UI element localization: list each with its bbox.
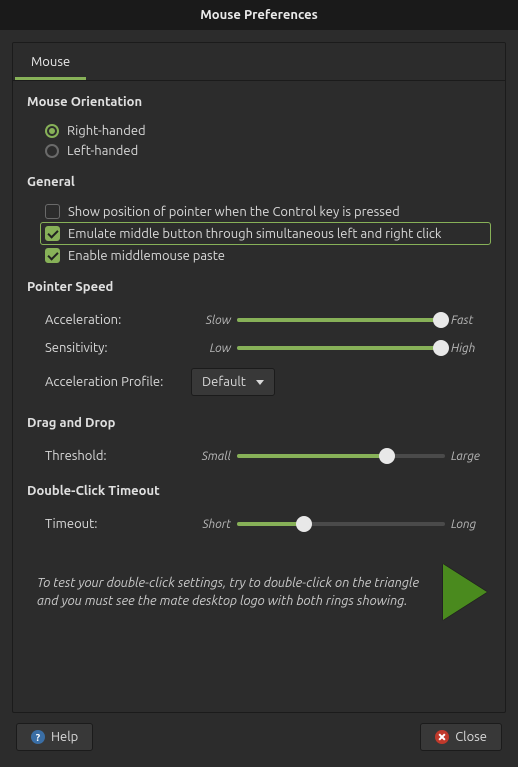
main-panel: Mouse Mouse Orientation Right-handed Left…: [12, 42, 506, 713]
slider-thumb[interactable]: [379, 448, 395, 464]
section-drag-and-drop: Drag and Drop: [27, 416, 491, 430]
help-button[interactable]: ? Help: [16, 723, 93, 751]
slider-track[interactable]: [237, 312, 445, 328]
checkbox-row[interactable]: Show position of pointer when the Contro…: [45, 201, 491, 222]
orientation-group: Right-handed Left-handed: [27, 121, 491, 161]
slider-label: Acceleration:: [45, 313, 185, 327]
acceleration-profile-combo[interactable]: Default: [191, 368, 275, 396]
checkbox-icon: [45, 226, 60, 241]
close-button[interactable]: Close: [420, 723, 502, 751]
slider-threshold: Threshold: Small Large: [45, 442, 491, 470]
slider-max-label: Fast: [451, 314, 491, 327]
slider-acceleration-: Acceleration: Slow Fast: [45, 306, 491, 334]
close-icon: [435, 730, 449, 744]
slider-max-label: Long: [451, 518, 491, 531]
general-group: Show position of pointer when the Contro…: [27, 201, 491, 266]
radio-left-handed[interactable]: Left-handed: [45, 141, 491, 161]
radio-icon: [45, 124, 59, 138]
slider-track[interactable]: [237, 448, 445, 464]
slider-min-label: Short: [191, 518, 231, 531]
radio-label: Left-handed: [67, 144, 138, 158]
checkbox-icon: [45, 248, 60, 263]
section-double-click: Double-Click Timeout: [27, 484, 491, 498]
slider-timeout: Timeout: Short Long: [45, 510, 491, 538]
drag-group: Threshold: Small Large: [27, 442, 491, 470]
section-mouse-orientation: Mouse Orientation: [27, 95, 491, 109]
slider-track[interactable]: [237, 340, 445, 356]
slider-label: Sensitivity:: [45, 341, 185, 355]
chevron-down-icon: [256, 380, 264, 385]
checkbox-row[interactable]: Emulate middle button through simultaneo…: [40, 222, 491, 245]
acceleration-profile-row: Acceleration Profile: Default: [45, 362, 491, 402]
tab-bar: Mouse: [13, 43, 505, 81]
close-button-label: Close: [455, 730, 487, 744]
play-triangle-icon[interactable]: [443, 564, 487, 620]
window: Mouse Preferences Mouse Mouse Orientatio…: [0, 0, 518, 767]
slider-label: Timeout:: [45, 517, 185, 531]
checkbox-icon: [45, 204, 60, 219]
slider-max-label: High: [451, 342, 491, 355]
slider-thumb[interactable]: [433, 312, 449, 328]
slider-thumb[interactable]: [296, 516, 312, 532]
window-title: Mouse Preferences: [200, 8, 318, 22]
slider-min-label: Small: [191, 450, 231, 463]
slider-min-label: Slow: [191, 314, 231, 327]
dclick-group: Timeout: Short Long: [27, 510, 491, 538]
tab-mouse[interactable]: Mouse: [15, 47, 86, 80]
slider-thumb[interactable]: [433, 340, 449, 356]
help-icon: ?: [31, 730, 45, 744]
checkbox-label: Show position of pointer when the Contro…: [68, 205, 400, 219]
radio-label: Right-handed: [67, 124, 146, 138]
tab-content: Mouse Orientation Right-handed Left-hande…: [13, 81, 505, 712]
double-click-test: To test your double-click settings, try …: [27, 558, 491, 626]
combo-value: Default: [202, 375, 246, 389]
combo-label: Acceleration Profile:: [45, 375, 185, 389]
slider-label: Threshold:: [45, 449, 185, 463]
double-click-test-text: To test your double-click settings, try …: [37, 574, 427, 610]
content-area: Mouse Mouse Orientation Right-handed Left…: [0, 30, 518, 767]
slider-max-label: Large: [451, 450, 491, 463]
slider-min-label: Low: [191, 342, 231, 355]
checkbox-label: Emulate middle button through simultaneo…: [68, 227, 441, 241]
checkbox-label: Enable middlemouse paste: [68, 249, 225, 263]
section-pointer-speed: Pointer Speed: [27, 280, 491, 294]
speed-group: Acceleration: Slow Fast Sensitivity: Low High…: [27, 306, 491, 402]
section-general: General: [27, 175, 491, 189]
slider-sensitivity-: Sensitivity: Low High: [45, 334, 491, 362]
slider-track[interactable]: [237, 516, 445, 532]
help-button-label: Help: [51, 730, 78, 744]
checkbox-row[interactable]: Enable middlemouse paste: [45, 245, 491, 266]
titlebar: Mouse Preferences: [0, 0, 518, 30]
radio-right-handed[interactable]: Right-handed: [45, 121, 491, 141]
footer: ? Help Close: [12, 713, 506, 755]
radio-icon: [45, 144, 59, 158]
